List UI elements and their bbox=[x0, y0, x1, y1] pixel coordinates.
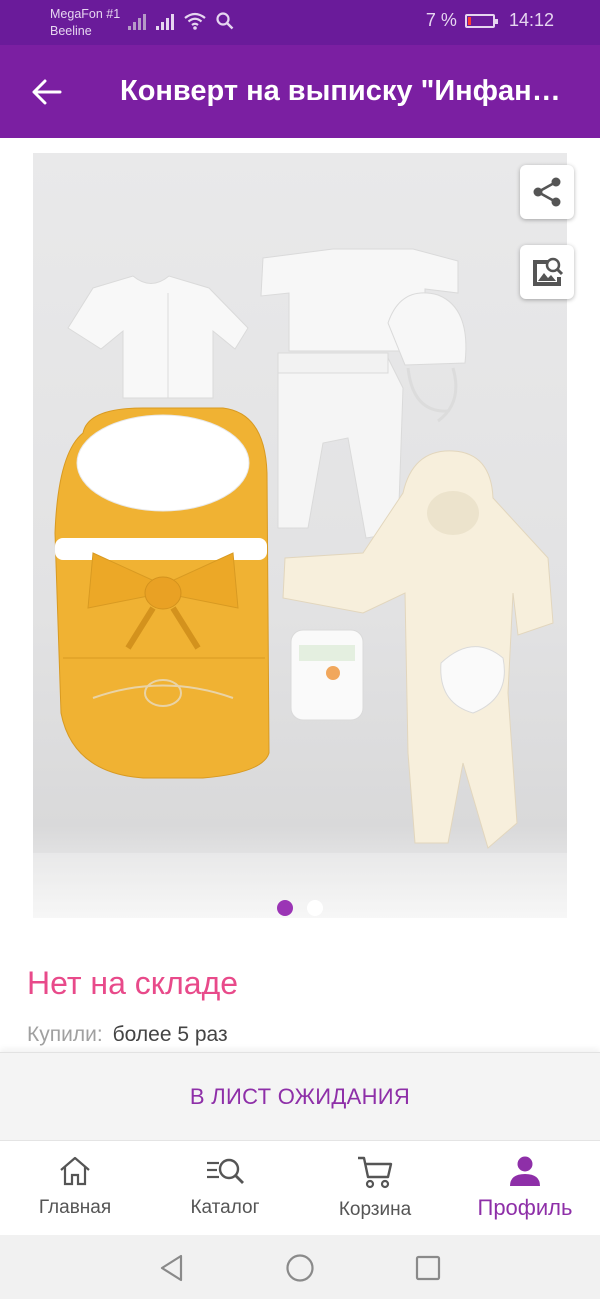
waitlist-button[interactable]: В ЛИСТ ОЖИДАНИЯ bbox=[0, 1052, 600, 1140]
share-icon bbox=[533, 177, 561, 207]
system-recents-button[interactable] bbox=[414, 1253, 442, 1288]
nav-profile-label: Профиль bbox=[477, 1195, 573, 1220]
share-button[interactable] bbox=[520, 165, 574, 219]
product-gallery[interactable] bbox=[0, 138, 600, 933]
nav-catalog[interactable]: Каталог bbox=[150, 1141, 300, 1235]
diaper-shape bbox=[290, 629, 364, 721]
product-illustration bbox=[33, 248, 567, 918]
carrier-2: Beeline bbox=[50, 24, 92, 38]
status-icons bbox=[128, 12, 234, 30]
catalog-search-icon bbox=[207, 1158, 244, 1184]
circle-home-icon bbox=[286, 1254, 314, 1282]
nav-home-label: Главная bbox=[38, 1197, 112, 1218]
gallery-pager bbox=[0, 900, 600, 916]
back-button[interactable] bbox=[0, 45, 94, 138]
home-icon bbox=[60, 1156, 90, 1186]
system-back-button[interactable] bbox=[158, 1253, 186, 1288]
pants-shape bbox=[277, 352, 404, 539]
pager-dot[interactable] bbox=[307, 900, 323, 916]
purchase-count: Купили: более 5 раз bbox=[27, 1023, 228, 1047]
page-title: Конверт на выписку "Инфанта" bbox=[120, 75, 564, 107]
status-bar: MegaFon #1 Beeline 7 % 14:12 bbox=[0, 0, 600, 45]
stock-status: Нет на складе bbox=[27, 965, 239, 1001]
envelope-shape bbox=[54, 407, 270, 779]
bottom-navigation: Главная Каталог Корзина Профиль bbox=[0, 1140, 600, 1235]
arrow-left-icon bbox=[32, 79, 62, 104]
jacket-shape bbox=[67, 275, 249, 399]
app-toolbar: Конверт на выписку "Инфанта" bbox=[0, 45, 600, 138]
image-search-icon bbox=[533, 257, 564, 286]
profile-icon bbox=[510, 1156, 540, 1186]
bought-value: более 5 раз bbox=[112, 1023, 228, 1046]
product-photo[interactable] bbox=[33, 153, 567, 918]
carrier-names: MegaFon #1 Beeline bbox=[50, 6, 120, 40]
image-search-button[interactable] bbox=[520, 245, 574, 299]
signal-icon bbox=[156, 14, 174, 30]
square-recents-icon bbox=[415, 1255, 441, 1281]
nav-home[interactable]: Главная bbox=[0, 1141, 150, 1235]
system-navigation-bar bbox=[0, 1235, 600, 1299]
status-right: 7 % 14:12 bbox=[426, 10, 554, 31]
carrier-1: MegaFon #1 bbox=[50, 7, 121, 21]
cart-icon bbox=[358, 1156, 393, 1189]
nav-profile[interactable]: Профиль bbox=[450, 1141, 600, 1235]
nav-catalog-label: Каталог bbox=[190, 1197, 260, 1218]
waitlist-button-label: В ЛИСТ ОЖИДАНИЯ bbox=[189, 1083, 411, 1109]
search-icon bbox=[216, 12, 234, 30]
battery-icon bbox=[464, 13, 498, 28]
signal-icon bbox=[128, 14, 146, 30]
pager-dot-active[interactable] bbox=[277, 900, 293, 916]
battery-percent: 7 % bbox=[425, 10, 457, 30]
system-home-button[interactable] bbox=[285, 1253, 315, 1288]
nav-cart[interactable]: Корзина bbox=[300, 1141, 450, 1235]
bought-label: Купили: bbox=[27, 1023, 103, 1046]
triangle-back-icon bbox=[160, 1254, 183, 1282]
wifi-icon bbox=[184, 12, 206, 30]
clock: 14:12 bbox=[508, 10, 554, 30]
nav-cart-label: Корзина bbox=[338, 1199, 412, 1220]
